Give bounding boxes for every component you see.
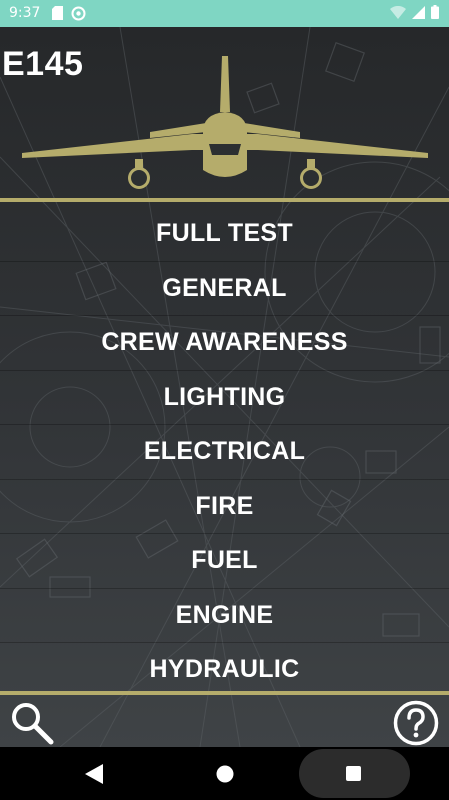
menu-item-full-test[interactable]: FULL TEST — [0, 207, 449, 262]
menu-item-hydraulic[interactable]: HYDRAULIC — [0, 643, 449, 697]
status-bar: 9:37 — [0, 0, 449, 27]
signal-icon — [412, 5, 425, 19]
bottom-toolbar — [0, 695, 449, 747]
battery-icon — [431, 5, 439, 19]
home-icon[interactable] — [216, 765, 234, 783]
system-nav-bar — [0, 747, 449, 800]
recents-button[interactable] — [299, 749, 410, 798]
menu-item-fuel[interactable]: FUEL — [0, 534, 449, 589]
recents-icon — [346, 766, 361, 781]
airplane-icon — [22, 56, 428, 189]
help-icon[interactable] — [393, 700, 439, 746]
app-screen: E145 FULL TEST GENERAL CREW AWARENESS LI… — [0, 27, 449, 747]
menu-item-electrical[interactable]: ELECTRICAL — [0, 425, 449, 480]
sync-icon — [71, 6, 86, 21]
menu-item-lighting[interactable]: LIGHTING — [0, 371, 449, 425]
sd-card-icon — [52, 6, 63, 20]
menu-item-engine[interactable]: ENGINE — [0, 589, 449, 643]
menu-item-crew-awareness[interactable]: CREW AWARENESS — [0, 316, 449, 371]
test-category-menu: FULL TEST GENERAL CREW AWARENESS LIGHTIN… — [0, 207, 449, 697]
back-icon[interactable] — [85, 764, 103, 784]
header-divider — [0, 198, 449, 202]
wifi-icon — [390, 5, 406, 19]
status-time: 9:37 — [9, 5, 41, 21]
search-icon[interactable] — [10, 701, 54, 745]
menu-item-fire[interactable]: FIRE — [0, 480, 449, 534]
menu-item-general[interactable]: GENERAL — [0, 262, 449, 316]
